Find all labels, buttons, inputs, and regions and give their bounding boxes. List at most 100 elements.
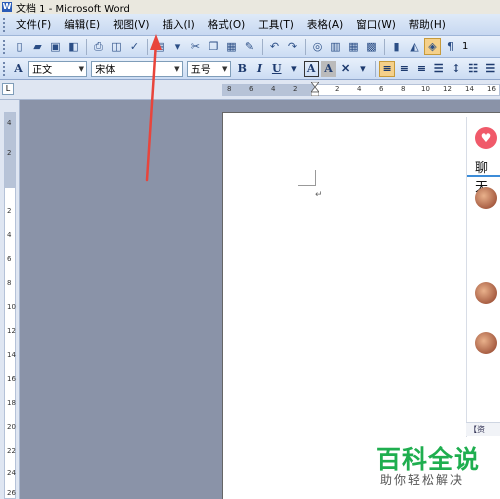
italic-button[interactable]: I (252, 61, 267, 77)
ruler-tick: 2 (335, 85, 340, 93)
menu-insert[interactable]: 插入(I) (157, 17, 199, 32)
styles-formatting-icon[interactable]: A (11, 61, 26, 77)
permission-icon[interactable]: ◧ (65, 38, 82, 55)
watermark-slogan: 助你轻松解决 (380, 473, 465, 487)
tables-borders-icon[interactable]: ▥ (327, 38, 344, 55)
avatar[interactable] (475, 332, 497, 354)
ruler-tick: 24 (7, 469, 16, 477)
toolbar-separator (375, 60, 377, 77)
redo-icon[interactable]: ↷ (284, 38, 301, 55)
toolbar-separator (262, 38, 263, 55)
ruler-tick: 16 (7, 375, 16, 383)
undo-icon[interactable]: ↶ (266, 38, 283, 55)
watermark: 百科全说 助你轻松解决 (360, 438, 500, 499)
hyperlink-icon[interactable]: ◎ (309, 38, 326, 55)
vertical-ruler: 4 2 2 4 6 8 10 12 14 16 18 20 22 24 26 (0, 100, 20, 499)
ruler-tick: 12 (7, 327, 16, 335)
ruler-tick: 16 (487, 85, 496, 93)
ruler-tick: 8 (227, 85, 232, 93)
heart-icon[interactable]: ♥ (475, 127, 497, 149)
chevron-down-icon[interactable]: ▼ (172, 62, 182, 76)
ruler-strip: 4 2 2 4 6 8 10 12 14 16 18 20 22 24 26 (4, 112, 16, 499)
bold-button[interactable]: B (235, 61, 250, 77)
ruler-tick: 14 (465, 85, 474, 93)
line-spacing-icon[interactable]: ↕ (448, 61, 463, 77)
format-painter-icon[interactable]: ✎ (241, 38, 258, 55)
ruler-tick: 6 (249, 85, 254, 93)
ruler-tick: 4 (7, 231, 12, 239)
chat-footer[interactable]: 【资 (466, 422, 500, 436)
ruler-tick: 18 (7, 399, 16, 407)
ruler-tick: 4 (271, 85, 276, 93)
document-map-icon[interactable]: ◈ (424, 38, 441, 55)
paste-icon[interactable]: ▦ (223, 38, 240, 55)
style-value: 正文 (32, 65, 53, 76)
avatar[interactable] (475, 187, 497, 209)
zoom-value[interactable]: 1 (462, 41, 468, 52)
style-select[interactable]: 正文 ▼ (28, 60, 88, 77)
chat-panel: ♥ 聊天 (466, 117, 500, 437)
chat-footer-text: 【资 (469, 425, 485, 434)
cut-icon[interactable]: ✂ (187, 38, 204, 55)
char-shading-button[interactable]: A (320, 60, 337, 77)
menu-edit[interactable]: 编辑(E) (59, 17, 105, 32)
dropdown-arrow-icon[interactable]: ▾ (169, 38, 186, 55)
ruler-tick: 2 (7, 207, 12, 215)
menu-tools[interactable]: 工具(T) (253, 17, 299, 32)
indent-marker-icon[interactable] (311, 82, 319, 96)
drawing-icon[interactable]: ◭ (406, 38, 423, 55)
window-title: 文档 1 - Microsoft Word (16, 3, 130, 15)
print-preview-icon[interactable]: ◫ (108, 38, 125, 55)
open-folder-icon[interactable]: ▰ (29, 38, 46, 55)
menu-window[interactable]: 窗口(W) (351, 17, 401, 32)
menubar-grip[interactable] (3, 17, 7, 32)
copy-icon[interactable]: ❐ (205, 38, 222, 55)
ruler-tick: 14 (7, 351, 16, 359)
tab-selector[interactable]: L (2, 83, 14, 95)
spelling-icon[interactable]: ✓ (126, 38, 143, 55)
char-scale-dropdown-icon[interactable]: ▾ (355, 61, 370, 77)
menu-file[interactable]: 文件(F) (11, 17, 56, 32)
char-border-button[interactable]: A (303, 60, 319, 77)
numbering-icon[interactable]: ☷ (466, 61, 481, 77)
print-icon[interactable]: ⎙ (90, 38, 107, 55)
avatar[interactable] (475, 282, 497, 304)
chevron-down-icon[interactable]: ▼ (76, 62, 86, 76)
font-size-select[interactable]: 五号 ▼ (186, 60, 231, 77)
align-right-icon[interactable]: ≡ (414, 61, 429, 77)
ruler-margin-left (223, 85, 315, 95)
ruler-tick: 22 (7, 447, 16, 455)
toolbar-separator (86, 38, 87, 55)
align-justify-icon[interactable]: ≡ (379, 60, 395, 77)
chevron-down-icon[interactable]: ▼ (220, 62, 230, 76)
ruler-tick: 8 (7, 279, 12, 287)
margin-crop-mark (298, 170, 316, 186)
new-document-icon[interactable]: ▯ (11, 38, 28, 55)
menu-bar: 文件(F) 编辑(E) 视图(V) 插入(I) 格式(O) 工具(T) 表格(A… (0, 14, 500, 36)
ruler-tick: 2 (293, 85, 298, 93)
show-hide-icon[interactable]: ¶ (442, 38, 459, 55)
menu-help[interactable]: 帮助(H) (404, 17, 451, 32)
insert-table-icon[interactable]: ▦ (345, 38, 362, 55)
save-icon[interactable]: ▣ (47, 38, 64, 55)
insert-excel-icon[interactable]: ▩ (363, 38, 380, 55)
ruler-tick: 2 (7, 149, 12, 157)
ruler-tick: 26 (7, 489, 16, 497)
research-icon[interactable]: ▤ (151, 38, 168, 55)
char-scale-icon[interactable]: ✕ (338, 61, 353, 77)
paragraph-mark: ↵ (315, 190, 323, 200)
align-center-icon[interactable]: ≡ (397, 61, 412, 77)
toolbar-grip[interactable] (3, 61, 7, 76)
bullets-icon[interactable]: ☰ (483, 61, 498, 77)
menu-format[interactable]: 格式(O) (203, 17, 250, 32)
columns-icon[interactable]: ▮ (388, 38, 405, 55)
menu-table[interactable]: 表格(A) (302, 17, 348, 32)
distributed-align-icon[interactable]: ☰ (431, 61, 446, 77)
toolbar-grip[interactable] (3, 39, 7, 54)
chat-tab-underline (467, 175, 500, 177)
underline-dropdown-icon[interactable]: ▾ (286, 61, 301, 77)
toolbar-separator (384, 38, 385, 55)
font-select[interactable]: 宋体 ▼ (91, 60, 183, 77)
underline-button[interactable]: U (269, 61, 284, 77)
menu-view[interactable]: 视图(V) (108, 17, 154, 32)
